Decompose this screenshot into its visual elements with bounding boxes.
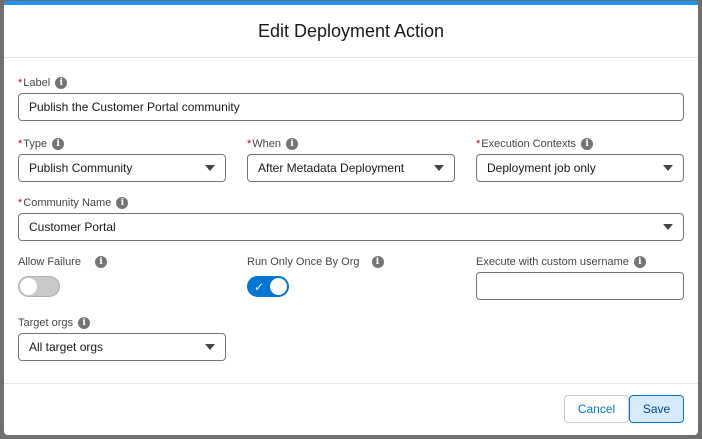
run-only-once-toggle[interactable]: ✓ [247,276,289,297]
label-field-label: * Label i [18,77,68,89]
custom-username-field-label: Execute with custom username i [476,256,646,268]
when-select-value: After Metadata Deployment [258,161,405,175]
info-icon[interactable]: i [52,138,65,150]
community-name-select-value: Customer Portal [29,220,116,234]
type-label-text: Type [23,138,48,150]
required-marker: * [18,138,23,150]
chevron-down-icon [663,224,673,230]
chevron-down-icon [205,344,215,350]
modal-body: * Label i Publish the Customer Portal co… [4,58,698,383]
community-name-label-text: Community Name [23,197,112,209]
target-orgs-label-text: Target orgs [18,317,74,329]
required-marker: * [247,138,252,150]
chevron-down-icon [205,165,215,171]
chevron-down-icon [434,165,444,171]
required-marker: * [18,197,23,209]
toggle-knob [20,278,37,295]
required-marker: * [18,77,23,89]
label-input-value: Publish the Customer Portal community [29,100,240,114]
toggle-knob [270,278,287,295]
label-text: Label [23,77,51,89]
label-input[interactable]: Publish the Customer Portal community [18,93,684,121]
execution-contexts-select[interactable]: Deployment job only [476,154,684,182]
info-icon[interactable]: i [55,77,68,89]
info-icon[interactable]: i [286,138,299,150]
target-orgs-field-label: Target orgs i [18,317,91,329]
when-label-text: When [252,138,282,150]
custom-username-input[interactable] [476,272,684,300]
info-icon[interactable]: i [581,138,594,150]
info-icon[interactable]: i [633,256,646,268]
allow-failure-label-text: Allow Failure [18,256,81,268]
type-select-value: Publish Community [29,161,133,175]
community-name-select[interactable]: Customer Portal [18,213,684,241]
execution-contexts-label-text: Execution Contexts [481,138,577,150]
community-name-field-label: * Community Name i [18,197,129,209]
target-orgs-select[interactable]: All target orgs [18,333,226,361]
when-field-label: * When i [247,138,299,150]
info-icon[interactable]: i [94,256,107,268]
type-field-label: * Type i [18,138,65,150]
save-button[interactable]: Save [629,395,684,423]
check-icon: ✓ [254,280,265,294]
execution-contexts-select-value: Deployment job only [487,161,596,175]
info-icon[interactable]: i [371,256,384,268]
modal-header: Edit Deployment Action [4,5,698,58]
target-orgs-select-value: All target orgs [29,340,104,354]
allow-failure-field-label: Allow Failure i [18,256,107,268]
type-select[interactable]: Publish Community [18,154,226,182]
edit-deployment-action-modal: Edit Deployment Action * Label i Publish… [4,1,698,435]
custom-username-label-text: Execute with custom username [476,256,629,268]
when-select[interactable]: After Metadata Deployment [247,154,455,182]
execution-contexts-field-label: * Execution Contexts i [476,138,594,150]
cancel-button[interactable]: Cancel [564,395,629,423]
info-icon[interactable]: i [78,317,91,329]
modal-title: Edit Deployment Action [257,20,445,41]
info-icon[interactable]: i [116,197,129,209]
allow-failure-toggle[interactable] [18,276,60,297]
modal-footer: Cancel Save [4,383,698,435]
required-marker: * [476,138,481,150]
run-only-once-field-label: Run Only Once By Org i [247,256,384,268]
run-only-once-label-text: Run Only Once By Org [247,256,360,268]
chevron-down-icon [663,165,673,171]
